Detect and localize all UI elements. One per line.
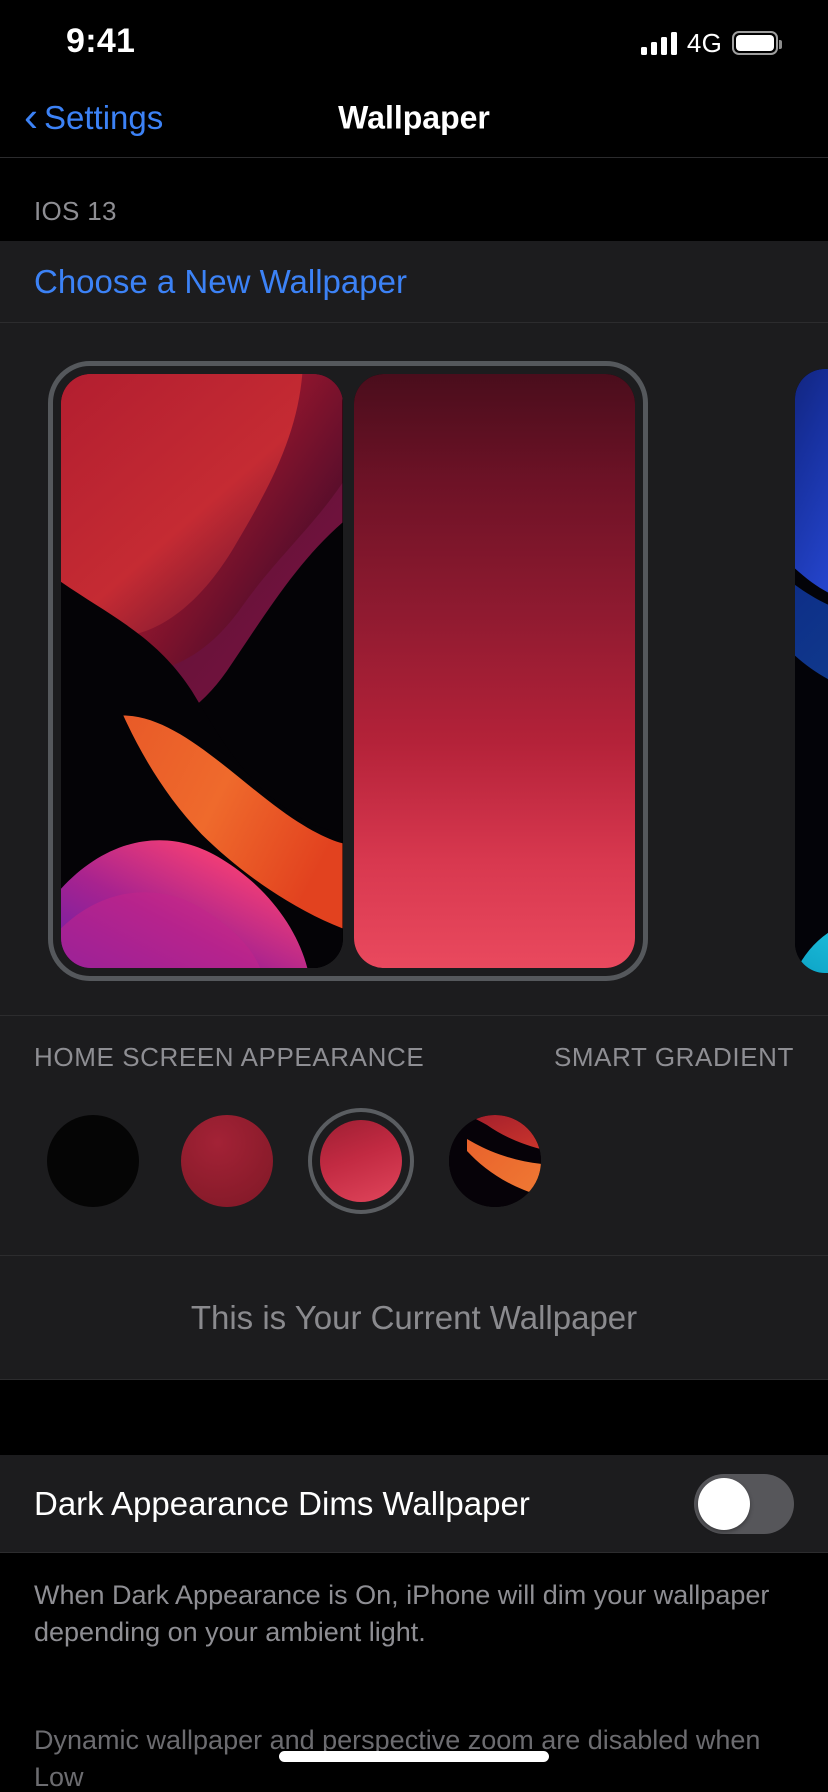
footer-primary-text: When Dark Appearance is On, iPhone will … xyxy=(34,1580,770,1648)
page-title: Wallpaper xyxy=(338,99,490,135)
lock-screen-preview[interactable] xyxy=(61,374,343,968)
device-preview-frame xyxy=(48,361,648,981)
home-screen-appearance-label: HOME SCREEN APPEARANCE xyxy=(34,1042,425,1072)
swatch-red-gradient-fill xyxy=(320,1120,402,1202)
home-screen-appearance-section: HOME SCREEN APPEARANCE SMART GRADIENT xyxy=(0,1015,828,1255)
home-indicator[interactable] xyxy=(279,1751,549,1762)
dark-appearance-dims-wallpaper-label: Dark Appearance Dims Wallpaper xyxy=(34,1484,530,1522)
footer-primary: When Dark Appearance is On, iPhone will … xyxy=(0,1553,828,1652)
section-header-label: IOS 13 xyxy=(34,196,117,226)
status-bar-time: 9:41 xyxy=(66,22,136,60)
toggle-knob xyxy=(698,1477,750,1530)
iphone-screen: 9:41 4G ‹ Settings Wallpaper IOS 13 Choo… xyxy=(0,0,828,1792)
choose-new-wallpaper-label: Choose a New Wallpaper xyxy=(34,262,407,300)
smart-gradient-art xyxy=(353,374,635,968)
next-wallpaper-peek[interactable] xyxy=(795,369,828,973)
status-bar: 9:41 4G xyxy=(0,0,828,78)
status-bar-indicators: 4G xyxy=(640,27,782,58)
cellular-bars-icon xyxy=(640,31,677,55)
swatch-black[interactable] xyxy=(40,1108,146,1214)
dark-appearance-dims-wallpaper-toggle[interactable] xyxy=(694,1473,794,1534)
ios-13-dark-wallpaper-art xyxy=(61,374,343,968)
choose-new-wallpaper-row[interactable]: Choose a New Wallpaper xyxy=(0,241,828,323)
swatch-dark-red-fill xyxy=(181,1115,273,1207)
current-wallpaper-label: This is Your Current Wallpaper xyxy=(190,1298,638,1336)
section-header-ios13: IOS 13 xyxy=(0,159,828,241)
swatch-wallpaper-photo[interactable] xyxy=(442,1108,548,1214)
swatch-dark-red[interactable] xyxy=(174,1108,280,1214)
swatch-black-fill xyxy=(47,1115,139,1207)
section-gap xyxy=(0,1379,828,1455)
navigation-bar: ‹ Settings Wallpaper xyxy=(0,78,828,158)
settings-scroll-view[interactable]: IOS 13 Choose a New Wallpaper HOME SCREE… xyxy=(0,159,828,1792)
appearance-swatch-list xyxy=(40,1108,548,1214)
wallpaper-group: Choose a New Wallpaper HOME SCREEN APPEA… xyxy=(0,241,828,1379)
current-wallpaper-row: This is Your Current Wallpaper xyxy=(0,1255,828,1379)
appearance-labels: HOME SCREEN APPEARANCE SMART GRADIENT xyxy=(0,1042,828,1073)
smart-gradient-label: SMART GRADIENT xyxy=(553,1042,794,1072)
dark-appearance-dims-wallpaper-row[interactable]: Dark Appearance Dims Wallpaper xyxy=(0,1455,828,1553)
battery-full-icon xyxy=(732,31,782,55)
home-screen-preview[interactable] xyxy=(353,374,635,968)
network-type-label: 4G xyxy=(686,27,722,58)
swatch-wallpaper-photo-fill xyxy=(449,1115,541,1207)
swatch-red-gradient[interactable] xyxy=(308,1108,414,1214)
wallpaper-preview-carousel[interactable] xyxy=(0,323,828,1015)
dark-dims-group: Dark Appearance Dims Wallpaper xyxy=(0,1455,828,1553)
